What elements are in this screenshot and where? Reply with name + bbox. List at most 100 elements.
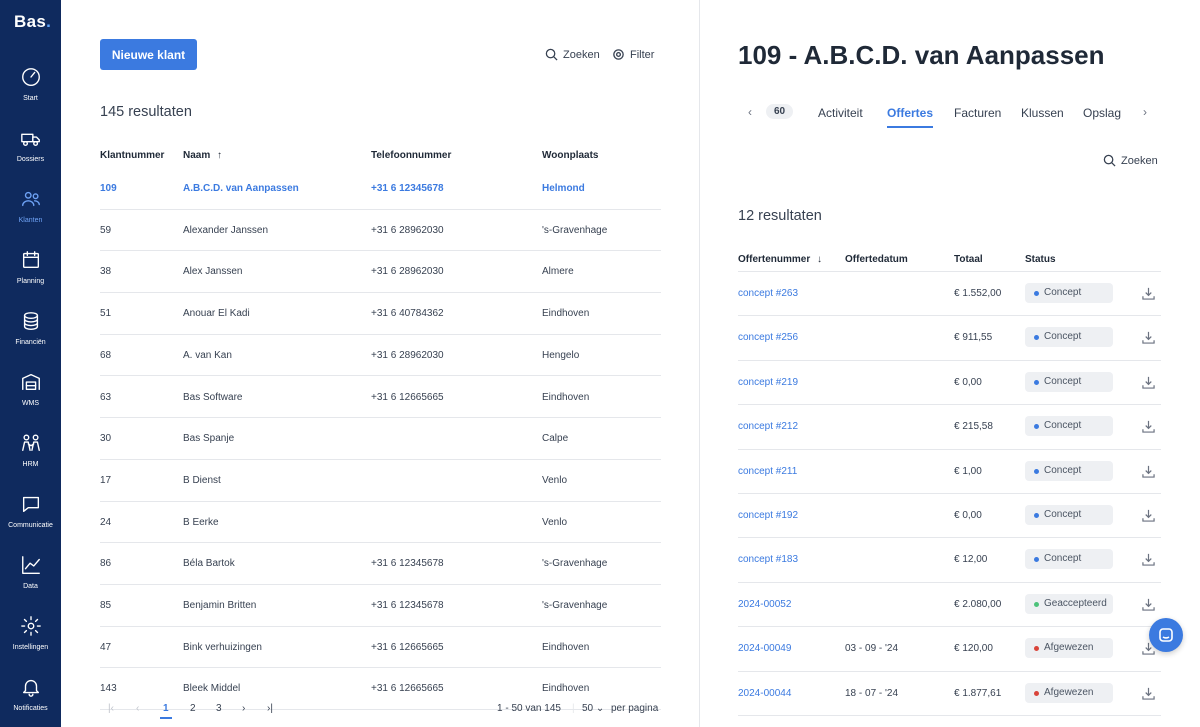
tab-offertes[interactable]: Offertes xyxy=(887,106,934,128)
quote-number-link[interactable]: concept #256 xyxy=(738,332,798,343)
quote-row[interactable]: concept #192 € 0,00 Concept xyxy=(738,494,1161,539)
table-row[interactable]: 51 Anouar El Kadi +31 6 40784362 Eindhoven xyxy=(100,293,661,335)
quote-row[interactable]: concept #212 € 215,58 Concept xyxy=(738,405,1161,450)
cell-city: 's-Gravenhage xyxy=(542,600,608,611)
customer-results-count: 145 resultaten xyxy=(100,104,192,120)
quote-number-link[interactable]: concept #211 xyxy=(738,466,797,477)
customer-filter-button[interactable]: Filter xyxy=(612,48,654,61)
quote-row[interactable]: 2024-00049 03 - 09 - '24 € 120,00 Afgewezen xyxy=(738,627,1161,672)
quote-total: € 2.080,00 xyxy=(954,598,1002,610)
sidebar-item-start[interactable]: Start xyxy=(0,66,61,122)
table-row[interactable]: 68 A. van Kan +31 6 28962030 Hengelo xyxy=(100,335,661,377)
sidebar: Bas. Start Dossiers Klanten Planning Fin… xyxy=(0,0,61,727)
page-1[interactable]: 1 xyxy=(160,703,172,719)
download-icon[interactable] xyxy=(1142,687,1155,700)
new-customer-button[interactable]: Nieuwe klant xyxy=(100,39,197,70)
per-page-select[interactable]: 50 ⌄ xyxy=(582,703,604,714)
sidebar-item-klanten[interactable]: Klanten xyxy=(0,188,61,244)
table-row[interactable]: 38 Alex Janssen +31 6 28962030 Almere xyxy=(100,251,661,294)
quote-number-link[interactable]: 2024-00044 xyxy=(738,688,791,699)
status-dot xyxy=(1034,646,1039,652)
quote-number-link[interactable]: 2024-00052 xyxy=(738,599,791,610)
quote-number-link[interactable]: 2024-00049 xyxy=(738,643,791,654)
table-row[interactable]: 86 Béla Bartok +31 6 12345678 's-Gravenhage xyxy=(100,543,661,585)
sidebar-item-planning[interactable]: Planning xyxy=(0,249,61,305)
quote-row[interactable]: concept #211 € 1,00 Concept xyxy=(738,450,1161,494)
download-icon[interactable] xyxy=(1142,287,1155,300)
sidebar-item-dossiers[interactable]: Dossiers xyxy=(0,127,61,183)
sidebar-item-data[interactable]: Data xyxy=(0,554,61,610)
table-row[interactable]: 109 A.B.C.D. van Aanpassen +31 6 12345678 H… xyxy=(100,168,661,210)
column-header-status[interactable]: Status xyxy=(1025,254,1056,265)
quote-row[interactable]: 2024-00044 18 - 07 - '24 € 1.877,61 Afgewez… xyxy=(738,672,1161,716)
table-row[interactable]: 24 B Eerke Venlo xyxy=(100,502,661,544)
quote-row[interactable]: concept #256 € 911,55 Concept xyxy=(738,316,1161,361)
cell-number: 59 xyxy=(100,224,112,236)
gauge-icon xyxy=(21,68,40,86)
cell-name: Bas Software xyxy=(183,391,243,403)
page-3[interactable]: 3 xyxy=(216,703,222,714)
sidebar-item-wms[interactable]: WMS xyxy=(0,371,61,427)
quote-number-link[interactable]: concept #219 xyxy=(738,377,798,388)
last-page-button[interactable]: ›| xyxy=(267,703,273,714)
sidebar-item-instellingen[interactable]: Instellingen xyxy=(0,615,61,671)
status-dot xyxy=(1034,335,1039,341)
quote-number-link[interactable]: concept #263 xyxy=(738,288,798,299)
status-dot xyxy=(1034,690,1039,696)
download-icon[interactable] xyxy=(1142,509,1155,522)
table-row[interactable]: 30 Bas Spanje Calpe xyxy=(100,418,661,460)
page-2[interactable]: 2 xyxy=(190,703,196,714)
tab-facturen[interactable]: Facturen xyxy=(954,106,1001,120)
customer-detail-panel: 109 - A.B.C.D. van Aanpassen ‹ 60 Activi… xyxy=(700,0,1200,727)
chat-launcher-button[interactable] xyxy=(1149,618,1183,652)
quote-row[interactable]: concept #183 € 12,00 Concept xyxy=(738,538,1161,583)
table-row[interactable]: 85 Benjamin Britten +31 6 12345678 's-Grave… xyxy=(100,585,661,627)
cell-city: Calpe xyxy=(542,433,569,445)
column-header-quote-number[interactable]: Offertenummer ↓ xyxy=(738,254,822,265)
column-header-name[interactable]: Naam ↑ xyxy=(183,150,222,161)
quote-row[interactable]: concept #263 € 1.552,00 Concept xyxy=(738,272,1161,317)
download-icon[interactable] xyxy=(1142,598,1155,611)
download-icon[interactable] xyxy=(1142,553,1155,567)
tab-klussen[interactable]: Klussen xyxy=(1021,106,1064,120)
per-page-label: per pagina xyxy=(611,703,659,714)
quote-row[interactable]: 2024-00052 € 2.080,00 Geaccepteerd xyxy=(738,583,1161,628)
column-header-phone[interactable]: Telefoonnummer xyxy=(371,150,451,161)
table-row[interactable]: 59 Alexander Janssen +31 6 28962030 's-Grav… xyxy=(100,210,661,252)
chat-icon xyxy=(1159,628,1173,642)
sidebar-item-notificaties[interactable]: Notificaties xyxy=(0,676,61,727)
download-icon[interactable] xyxy=(1142,376,1155,389)
column-header-total[interactable]: Totaal xyxy=(954,254,983,265)
sidebar-item-communicatie[interactable]: Communicatie xyxy=(0,493,61,549)
customer-search-button[interactable]: Zoeken xyxy=(545,48,600,61)
next-page-button[interactable]: › xyxy=(242,703,245,714)
first-page-button[interactable]: |‹ xyxy=(108,703,114,714)
column-header-number[interactable]: Klantnummer xyxy=(100,150,164,161)
tab-opslag[interactable]: Opslag xyxy=(1083,106,1121,120)
prev-page-button[interactable]: ‹ xyxy=(136,703,139,714)
quote-row[interactable]: concept #219 € 0,00 Concept xyxy=(738,361,1161,406)
column-header-city[interactable]: Woonplaats xyxy=(542,150,598,161)
sidebar-item-hrm[interactable]: HRM xyxy=(0,432,61,488)
tabs-prev-button[interactable]: ‹ xyxy=(748,105,752,119)
quote-number-link[interactable]: concept #192 xyxy=(738,510,798,521)
tab-activiteit[interactable]: Activiteit xyxy=(818,106,863,120)
sidebar-item-financien[interactable]: Financiën xyxy=(0,310,61,366)
tabs-next-button[interactable]: › xyxy=(1143,105,1147,119)
quote-number-link[interactable]: concept #212 xyxy=(738,421,798,432)
table-row[interactable]: 63 Bas Software +31 6 12665665 Eindhoven xyxy=(100,377,661,419)
app-logo[interactable]: Bas. xyxy=(14,12,51,32)
quote-search-button[interactable]: Zoeken xyxy=(1103,154,1158,167)
table-row[interactable]: 47 Bink verhuizingen +31 6 12665665 Eindhov… xyxy=(100,627,661,669)
cell-number: 30 xyxy=(100,433,112,445)
quote-number-link[interactable]: concept #183 xyxy=(738,554,798,565)
tab-count-badge[interactable]: 60 xyxy=(766,104,794,119)
cell-name: Benjamin Britten xyxy=(183,600,257,611)
table-row[interactable]: 17 B Dienst Venlo xyxy=(100,460,661,502)
download-icon[interactable] xyxy=(1142,331,1155,345)
column-header-quote-date[interactable]: Offertedatum xyxy=(845,254,908,265)
cell-phone: +31 6 12665665 xyxy=(371,391,444,403)
table-row[interactable]: 143 Bleek Middel +31 6 12665665 Eindhoven xyxy=(100,668,661,711)
download-icon[interactable] xyxy=(1142,465,1155,478)
download-icon[interactable] xyxy=(1142,420,1155,433)
